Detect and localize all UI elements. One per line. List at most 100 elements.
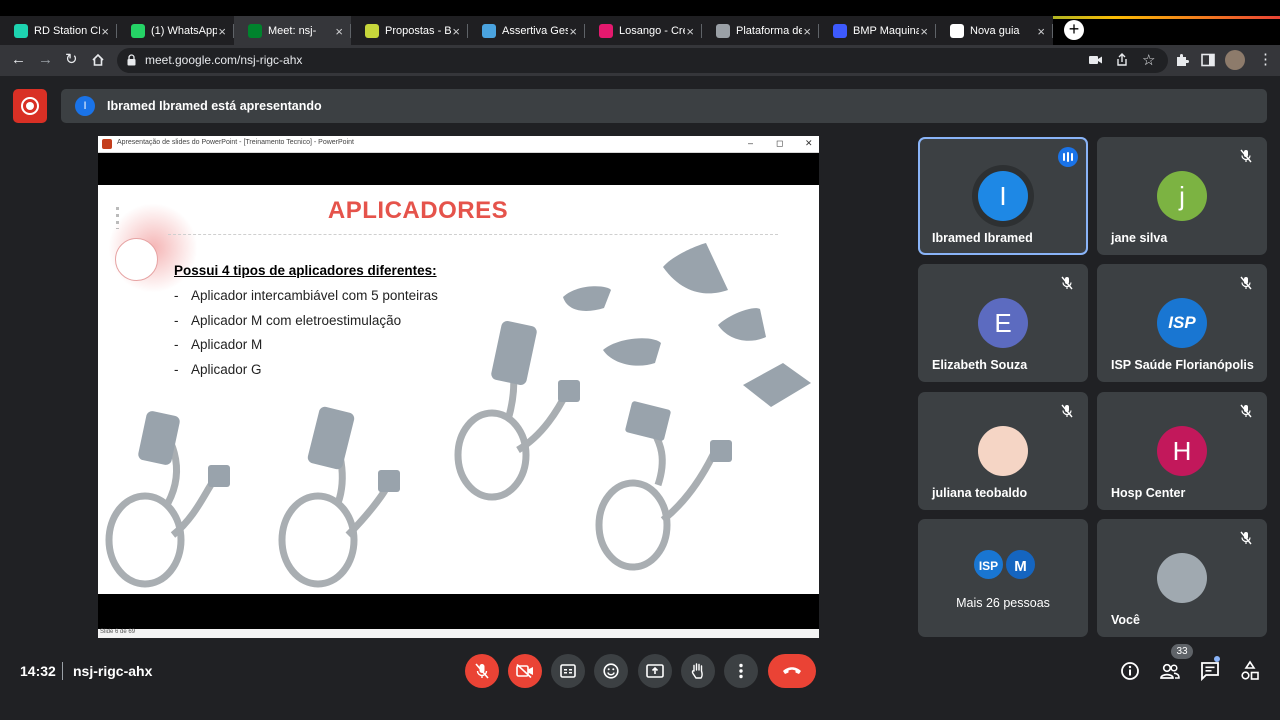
powerpoint-window-title: Apresentação de slides do PowerPoint - […	[117, 139, 354, 146]
tab-close-icon[interactable]: ×	[803, 24, 811, 39]
participant-name: Ibramed Ibramed	[932, 231, 1033, 245]
camera-off-button[interactable]	[508, 654, 542, 688]
url-text: meet.google.com/nsj-rigc-ahx	[145, 53, 303, 67]
chat-notification-dot	[1214, 656, 1220, 662]
participant-tile[interactable]: j jane silva	[1097, 137, 1267, 255]
browser-tab[interactable]: Losango - Cre ×	[585, 16, 702, 46]
browser-tab[interactable]: Plataforma de ×	[702, 16, 819, 46]
captions-icon	[560, 664, 576, 678]
mic-muted-icon	[1240, 276, 1252, 290]
tab-title: RD Station CR	[34, 25, 100, 37]
extensions-icon[interactable]	[1175, 53, 1189, 67]
rd-station-icon	[14, 24, 28, 38]
tab-close-icon[interactable]: ×	[569, 24, 577, 39]
tab-close-icon[interactable]: ×	[686, 24, 694, 39]
maximize-icon: ◻	[776, 138, 784, 148]
raise-hand-button[interactable]	[681, 654, 715, 688]
tab-close-icon[interactable]: ×	[218, 24, 226, 39]
browser-tab[interactable]: BMP Maquina ×	[819, 16, 936, 46]
mic-muted-icon	[1240, 149, 1252, 163]
mic-off-icon	[475, 663, 489, 679]
chat-icon[interactable]	[1199, 660, 1221, 682]
reload-icon[interactable]: ↻	[65, 50, 78, 68]
tab-close-icon[interactable]: ×	[335, 24, 343, 39]
browser-tab[interactable]: (1) WhatsApp ×	[117, 16, 234, 46]
applicators-illustration	[105, 243, 811, 588]
participant-name: Hosp Center	[1111, 486, 1186, 500]
hang-up-icon	[783, 667, 801, 674]
microphone-off-button[interactable]	[465, 654, 499, 688]
close-icon: ✕	[805, 138, 813, 148]
browser-toolbar: ← → ↻ meet.google.com/nsj-rigc-ahx ☆ ⋮	[0, 45, 1280, 76]
participant-tile[interactable]: ISP ISP Saúde Florianópolis	[1097, 264, 1267, 382]
tab-title: Losango - Cre	[619, 25, 685, 37]
tab-title: Propostas - Bi	[385, 25, 451, 37]
browser-tab[interactable]: Nova guia ×	[936, 16, 1053, 46]
tabs-row: RD Station CR × (1) WhatsApp × Meet: nsj- × Pr…	[0, 16, 1100, 46]
participant-avatar: ISP	[972, 548, 1005, 581]
present-now-button[interactable]	[638, 654, 672, 688]
tab-close-icon[interactable]: ×	[452, 24, 460, 39]
powerpoint-titlebar: Apresentação de slides do PowerPoint - […	[98, 136, 819, 153]
forward-icon[interactable]: →	[38, 51, 53, 68]
more-options-button[interactable]	[724, 654, 758, 688]
leave-call-button[interactable]	[768, 654, 816, 688]
bottom-divider	[62, 662, 63, 680]
minimize-icon: –	[748, 138, 754, 148]
tab-close-icon[interactable]: ×	[920, 24, 928, 39]
participant-tile[interactable]: juliana teobaldo	[918, 392, 1088, 510]
meeting-code: nsj-rigc-ahx	[73, 663, 153, 679]
participant-avatar: E	[978, 298, 1028, 348]
browser-tab[interactable]: Meet: nsj- ×	[234, 16, 351, 46]
participant-tile[interactable]: H Hosp Center	[1097, 392, 1267, 510]
emoji-reactions-button[interactable]	[594, 654, 628, 688]
back-icon[interactable]: ←	[11, 51, 26, 68]
tab-close-icon[interactable]: ×	[101, 24, 109, 39]
losango-icon	[599, 24, 613, 38]
presenting-text: Ibramed Ibramed está apresentando	[107, 99, 322, 113]
captions-button[interactable]	[551, 654, 585, 688]
participant-name: ISP Saúde Florianópolis	[1111, 358, 1254, 372]
participant-avatar	[978, 426, 1028, 476]
participant-name: Você	[1111, 613, 1140, 627]
emoji-icon	[603, 663, 619, 679]
mic-muted-icon	[1240, 531, 1252, 545]
address-bar[interactable]: meet.google.com/nsj-rigc-ahx	[117, 48, 1168, 73]
camera-blocked-icon[interactable]	[1089, 55, 1103, 65]
more-vert-icon	[739, 663, 743, 679]
browser-tab[interactable]: Propostas - Bi ×	[351, 16, 468, 46]
participant-avatar: ISP	[1157, 298, 1207, 348]
participant-tile[interactable]: ISP M Mais 26 pessoas	[918, 519, 1088, 637]
browser-tab[interactable]: RD Station CR ×	[0, 16, 117, 46]
participant-avatar: M	[1004, 548, 1037, 581]
meeting-details-icon[interactable]	[1119, 660, 1141, 682]
raise-hand-icon	[691, 663, 703, 679]
mic-muted-icon	[1061, 276, 1073, 290]
tab-title: BMP Maquina	[853, 25, 919, 37]
powerpoint-icon	[102, 139, 112, 149]
recording-indicator[interactable]	[13, 89, 47, 123]
browser-tab-strip: RD Station CR × (1) WhatsApp × Meet: nsj- × Pr…	[0, 0, 1280, 46]
more-people-label: Mais 26 pessoas	[956, 596, 1050, 610]
share-icon[interactable]	[1115, 53, 1129, 67]
participant-tile[interactable]: Você	[1097, 519, 1267, 637]
mic-muted-icon	[1240, 404, 1252, 418]
home-icon[interactable]	[91, 53, 105, 67]
present-screen-icon	[646, 664, 664, 678]
assertiva-icon	[482, 24, 496, 38]
tab-close-icon[interactable]: ×	[1037, 24, 1045, 39]
side-panel-icon[interactable]	[1201, 53, 1215, 67]
participant-name: juliana teobaldo	[932, 486, 1028, 500]
activities-icon[interactable]	[1239, 660, 1261, 682]
tab-separator	[1052, 24, 1053, 38]
bookmark-star-icon[interactable]: ☆	[1142, 51, 1155, 69]
profile-avatar[interactable]	[1225, 50, 1245, 70]
more-menu-icon[interactable]: ⋮	[1258, 50, 1273, 68]
bmp-icon	[833, 24, 847, 38]
browser-tab[interactable]: Assertiva Gest ×	[468, 16, 585, 46]
participant-tile[interactable]: E Elizabeth Souza	[918, 264, 1088, 382]
participant-tile[interactable]: I Ibramed Ibramed	[918, 137, 1088, 255]
new-tab-button[interactable]: +	[1064, 20, 1084, 40]
people-icon[interactable]	[1159, 660, 1181, 682]
participant-avatar: j	[1157, 171, 1207, 221]
